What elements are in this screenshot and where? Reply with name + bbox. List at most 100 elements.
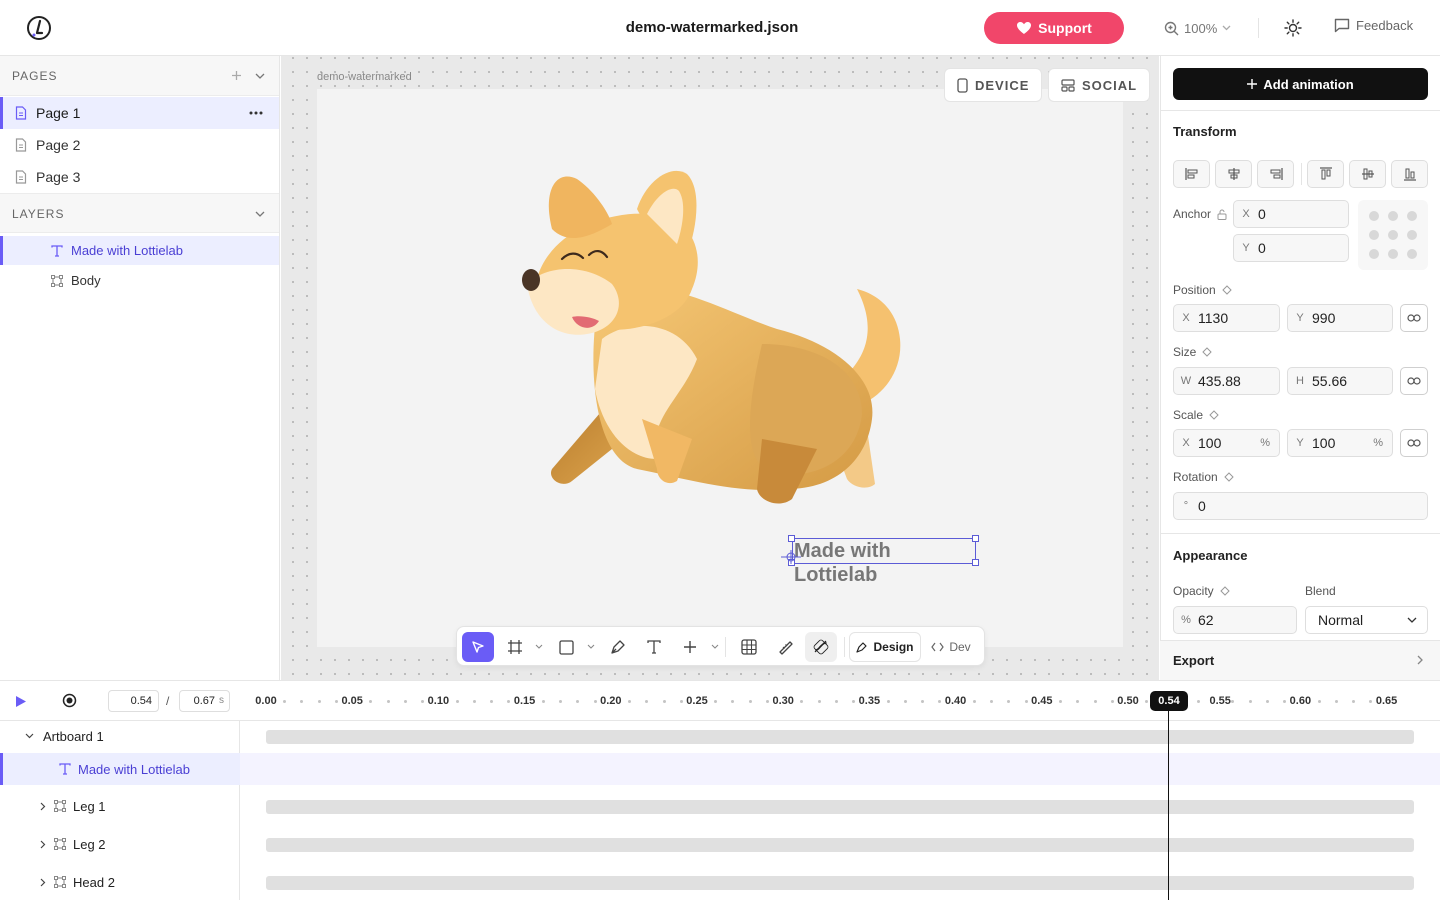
position-x-field[interactable]: X 1130 xyxy=(1173,304,1280,332)
anchor-dot[interactable] xyxy=(1387,229,1398,240)
page-item-3[interactable]: Page 3 xyxy=(0,161,279,193)
chevron-down-icon[interactable] xyxy=(587,644,595,649)
playhead-marker[interactable]: 0.54 xyxy=(1150,691,1188,711)
chevron-right-icon[interactable] xyxy=(40,840,46,849)
layers-heading: LAYERS xyxy=(12,207,65,221)
anchor-x-field[interactable]: X 0 xyxy=(1233,200,1349,228)
playhead-line[interactable] xyxy=(1168,711,1169,900)
design-mode-tab[interactable]: Design xyxy=(849,632,921,662)
support-button[interactable]: Support xyxy=(984,12,1124,44)
ruler-tool[interactable] xyxy=(770,632,800,662)
align-center-h-button[interactable] xyxy=(1215,160,1252,188)
timeline-track-bar[interactable] xyxy=(266,876,1414,890)
add-tool[interactable] xyxy=(675,632,705,662)
feedback-button[interactable]: Feedback xyxy=(1334,18,1413,33)
timeline-track-bar[interactable] xyxy=(266,800,1414,814)
frame-tool[interactable] xyxy=(500,632,530,662)
position-link-button[interactable] xyxy=(1400,304,1428,332)
keyframe-diamond-icon[interactable] xyxy=(1219,586,1230,596)
anchor-point-grid[interactable] xyxy=(1358,200,1428,270)
timeline-layer-artboard[interactable]: Artboard 1 xyxy=(0,720,240,752)
resize-handle[interactable] xyxy=(788,535,795,542)
blend-select[interactable]: Normal xyxy=(1305,606,1428,634)
keyframe-diamond-icon[interactable] xyxy=(1223,472,1234,482)
time-tick-dot xyxy=(1248,700,1252,703)
keyframe-diamond-icon[interactable] xyxy=(1209,410,1219,420)
align-left-button[interactable] xyxy=(1173,160,1210,188)
record-icon[interactable] xyxy=(62,693,77,708)
anchor-dot[interactable] xyxy=(1407,249,1418,260)
zoom-dropdown[interactable]: 100% xyxy=(1164,18,1231,38)
more-options-icon[interactable] xyxy=(249,111,263,115)
anchor-crosshair-icon[interactable] xyxy=(781,550,801,564)
layer-item-watermark[interactable]: Made with Lottielab xyxy=(0,236,279,265)
chevron-down-icon[interactable] xyxy=(711,644,719,649)
page-item-1[interactable]: Page 1 xyxy=(0,97,279,129)
add-page-icon[interactable] xyxy=(231,70,242,81)
anchor-dot[interactable] xyxy=(1407,229,1418,240)
device-button[interactable]: DEVICE xyxy=(944,68,1043,102)
timeline-layer-watermark[interactable]: Made with Lottielab xyxy=(0,753,240,785)
scale-link-button[interactable] xyxy=(1400,429,1428,457)
artboard[interactable] xyxy=(317,89,1123,647)
lock-icon[interactable] xyxy=(1217,209,1227,220)
export-section[interactable]: Export xyxy=(1160,641,1440,680)
layers-section-header[interactable]: LAYERS xyxy=(0,193,279,233)
resize-handle[interactable] xyxy=(972,535,979,542)
align-right-button[interactable] xyxy=(1257,160,1294,188)
ruler-icon xyxy=(779,641,793,655)
anchor-dot[interactable] xyxy=(1368,210,1379,221)
anchor-dot[interactable] xyxy=(1387,210,1398,221)
anchor-dot[interactable] xyxy=(1368,249,1379,260)
select-tool[interactable] xyxy=(462,632,494,662)
time-tick-label: 0.25 xyxy=(686,695,708,707)
chevron-right-icon[interactable] xyxy=(40,802,46,811)
scale-y-field[interactable]: Y 100 % xyxy=(1287,429,1393,457)
anchor-y-field[interactable]: Y 0 xyxy=(1233,234,1349,262)
chevron-down-icon[interactable] xyxy=(535,644,543,649)
rotation-field[interactable]: ° 0 xyxy=(1173,492,1428,520)
keyframe-diamond-icon[interactable] xyxy=(1221,285,1232,295)
onion-skin-tool[interactable] xyxy=(805,632,837,662)
chevron-down-icon[interactable] xyxy=(255,73,265,79)
align-middle-button[interactable] xyxy=(1349,160,1386,188)
current-time-input[interactable]: 0.54 xyxy=(108,690,159,712)
align-bottom-button[interactable] xyxy=(1391,160,1428,188)
timeline-layer-leg1[interactable]: Leg 1 xyxy=(0,790,240,822)
add-animation-button[interactable]: Add animation xyxy=(1173,68,1428,100)
artboard-label[interactable]: demo-watermarked xyxy=(317,71,412,83)
timeline-track-bar[interactable] xyxy=(266,838,1414,852)
layer-item-body[interactable]: Body xyxy=(0,266,279,295)
corgi-illustration[interactable] xyxy=(517,169,917,519)
timeline-track-watermark[interactable] xyxy=(240,753,1440,785)
chevron-down-icon[interactable] xyxy=(255,211,265,217)
timeline-layer-leg2[interactable]: Leg 2 xyxy=(0,828,240,860)
anchor-dot[interactable] xyxy=(1407,210,1418,221)
sun-icon[interactable] xyxy=(1284,19,1302,37)
scale-x-field[interactable]: X 100 % xyxy=(1173,429,1280,457)
dev-mode-tab[interactable]: Dev xyxy=(925,632,977,662)
anchor-dot[interactable] xyxy=(1387,249,1398,260)
pen-tool[interactable] xyxy=(603,632,633,662)
timeline-track-bar[interactable] xyxy=(266,730,1414,744)
size-w-field[interactable]: W 435.88 xyxy=(1173,367,1280,395)
grid-tool[interactable] xyxy=(734,632,764,662)
pages-section-header[interactable]: PAGES xyxy=(0,56,279,96)
anchor-dot[interactable] xyxy=(1368,229,1379,240)
align-top-button[interactable] xyxy=(1307,160,1344,188)
opacity-field[interactable]: % 62 xyxy=(1173,606,1297,634)
timeline-layer-head2[interactable]: Head 2 xyxy=(0,866,240,898)
resize-handle[interactable] xyxy=(972,559,979,566)
chevron-down-icon[interactable] xyxy=(25,733,34,739)
play-icon[interactable] xyxy=(14,695,27,708)
shape-tool[interactable] xyxy=(551,632,581,662)
size-h-field[interactable]: H 55.66 xyxy=(1287,367,1393,395)
watermark-text-layer[interactable]: Made with Lottielab xyxy=(792,538,976,586)
social-button[interactable]: SOCIAL xyxy=(1048,68,1151,102)
page-item-2[interactable]: Page 2 xyxy=(0,129,279,161)
text-tool[interactable] xyxy=(639,632,669,662)
chevron-right-icon[interactable] xyxy=(40,878,46,887)
keyframe-diamond-icon[interactable] xyxy=(1202,347,1213,357)
position-y-field[interactable]: Y 990 xyxy=(1287,304,1393,332)
size-link-button[interactable] xyxy=(1400,367,1428,395)
